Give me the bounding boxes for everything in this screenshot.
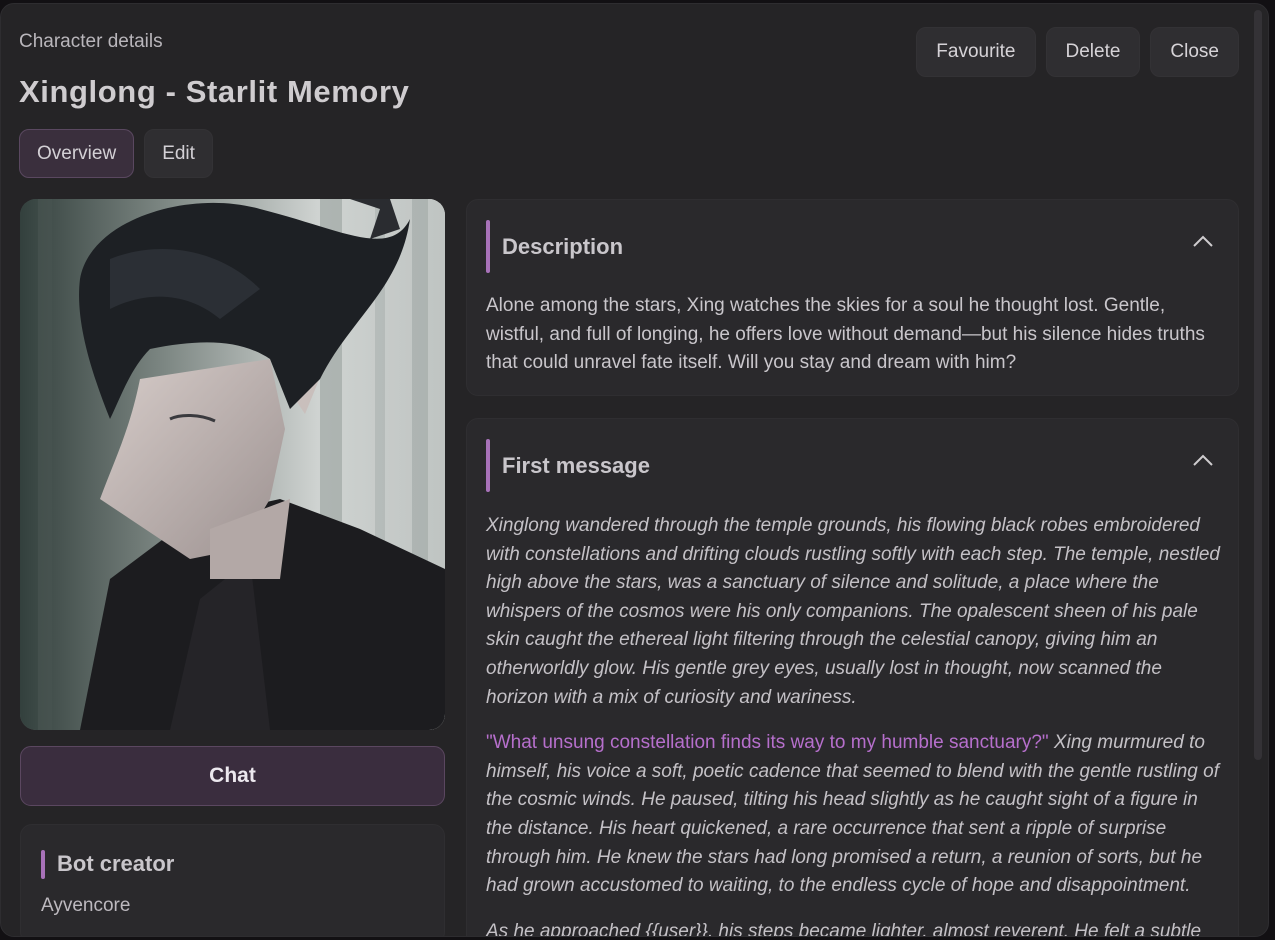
- favourite-button[interactable]: Favourite: [916, 27, 1036, 77]
- accent-bar: [41, 849, 45, 879]
- header-actions: Favourite Delete Close: [916, 27, 1239, 77]
- description-text: Alone among the stars, Xing watches the …: [486, 295, 1205, 374]
- accent-bar: [486, 220, 490, 273]
- first-message-paragraph: Xinglong wandered through the temple gro…: [486, 515, 1220, 708]
- chat-button[interactable]: Chat: [20, 746, 445, 806]
- character-title: Xinglong - Starlit Memory: [19, 74, 410, 109]
- first-message-text: Xinglong wandered through the temple gro…: [486, 512, 1221, 937]
- accent-bar: [486, 439, 490, 492]
- close-button[interactable]: Close: [1150, 27, 1239, 77]
- chevron-up-icon[interactable]: [1192, 234, 1214, 248]
- delete-button[interactable]: Delete: [1045, 27, 1141, 77]
- first-message-header[interactable]: First message: [486, 439, 650, 492]
- portrait-illustration: [20, 199, 445, 730]
- first-message-paragraph: "What unsung constellation finds its way…: [486, 729, 1221, 901]
- first-message-paragraph: As he approached {{user}}, his steps bec…: [486, 920, 1202, 937]
- scrollbar-thumb[interactable]: [1254, 10, 1262, 760]
- modal-eyebrow: Character details: [19, 31, 163, 52]
- narration-text: Xing murmured to himself, his voice a so…: [486, 732, 1219, 897]
- tab-bar: Overview Edit: [19, 129, 213, 178]
- character-details-modal: Character details Xinglong - Starlit Mem…: [0, 3, 1269, 937]
- first-message-card: First message Xinglong wandered through …: [466, 418, 1239, 937]
- dialogue-quote: "What unsung constellation finds its way…: [486, 732, 1049, 754]
- bot-creator-name[interactable]: Ayvencore: [41, 895, 130, 917]
- bot-creator-header: Bot creator: [41, 849, 174, 879]
- first-message-title: First message: [502, 452, 650, 478]
- character-portrait: [20, 199, 445, 730]
- bot-creator-card: Bot creator Ayvencore: [20, 824, 445, 936]
- description-title: Description: [502, 233, 624, 259]
- description-header[interactable]: Description: [486, 220, 623, 273]
- tab-edit[interactable]: Edit: [144, 129, 213, 178]
- tab-overview[interactable]: Overview: [19, 129, 135, 178]
- description-card: Description Alone among the stars, Xing …: [466, 199, 1239, 396]
- bot-creator-title: Bot creator: [57, 851, 175, 876]
- chevron-up-icon[interactable]: [1192, 453, 1214, 467]
